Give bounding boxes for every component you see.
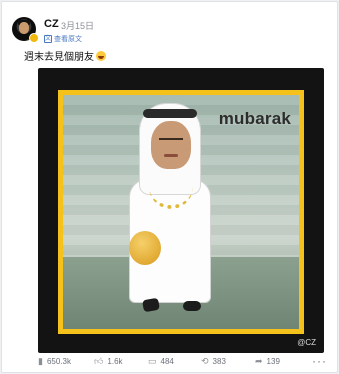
- comment-icon: ▭: [148, 356, 157, 366]
- author-name[interactable]: CZ: [44, 18, 59, 30]
- post-card: CZ 3月15日 文 查看原文 週末去見個朋友 mubarak @CZ ▮ 65…: [1, 1, 338, 373]
- repost-icon: ⟲: [201, 356, 209, 366]
- right-shoe: [183, 301, 201, 311]
- translate-icon: 文: [44, 35, 52, 43]
- view-original-link[interactable]: 文 查看原文: [44, 34, 82, 44]
- comments-count: 484: [160, 357, 174, 366]
- post-image[interactable]: mubarak @CZ: [38, 68, 324, 353]
- post-header: CZ 3月15日 文 查看原文: [10, 14, 330, 44]
- share-button[interactable]: ➦ 139: [255, 356, 280, 367]
- left-shoe: [142, 297, 160, 313]
- thumbs-up-icon: 👍︎: [94, 356, 104, 366]
- character-face: [151, 121, 191, 169]
- character-illustration: [121, 103, 231, 325]
- post-text-content: 週末去見個朋友: [24, 52, 94, 63]
- share-icon: ➦: [255, 356, 263, 366]
- repost-button[interactable]: ⟲ 383: [201, 356, 226, 367]
- views-button[interactable]: ▮ 650.3k: [38, 356, 71, 367]
- avatar-face: [19, 22, 36, 41]
- reposts-count: 383: [212, 357, 226, 366]
- likes-count: 1.6k: [107, 357, 123, 366]
- laughing-emoji-icon: [96, 50, 106, 61]
- verified-badge-icon: [29, 33, 39, 43]
- headband: [143, 109, 197, 118]
- action-bar: ▮ 650.3k 👍︎ 1.6k ▭ 484 ⟲ 383 ➦ 139 ···: [2, 354, 339, 372]
- views-count: 650.3k: [46, 357, 71, 366]
- golden-ball: [129, 231, 161, 265]
- image-frame: mubarak: [58, 90, 304, 334]
- comment-button[interactable]: ▭ 484: [148, 356, 174, 367]
- bar-chart-icon: ▮: [38, 356, 43, 366]
- post-text: 週末去見個朋友: [24, 48, 106, 63]
- shares-count: 139: [266, 357, 280, 366]
- view-original-label: 查看原文: [54, 36, 82, 43]
- post-date: 3月15日: [61, 21, 95, 31]
- more-options-button[interactable]: ···: [312, 354, 327, 368]
- image-watermark: @CZ: [297, 338, 316, 347]
- like-button[interactable]: 👍︎ 1.6k: [94, 356, 123, 367]
